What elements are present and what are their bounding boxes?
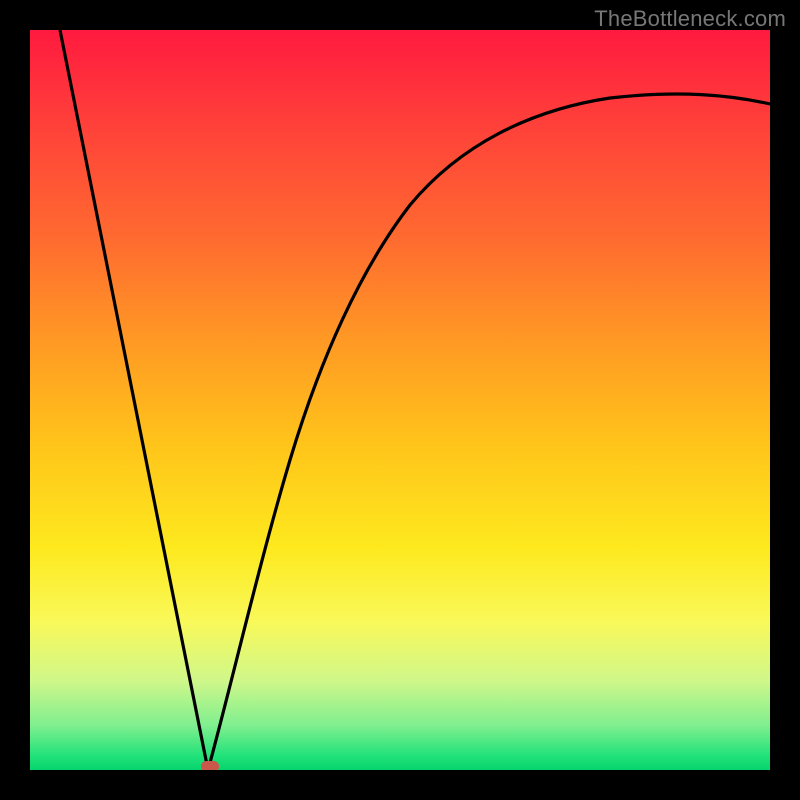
plot-background bbox=[30, 30, 770, 770]
chart-container: TheBottleneck.com bbox=[0, 0, 800, 800]
minimum-marker bbox=[201, 761, 219, 770]
watermark-text: TheBottleneck.com bbox=[594, 6, 786, 32]
curve-path bbox=[60, 30, 770, 770]
bottleneck-curve bbox=[30, 30, 770, 770]
